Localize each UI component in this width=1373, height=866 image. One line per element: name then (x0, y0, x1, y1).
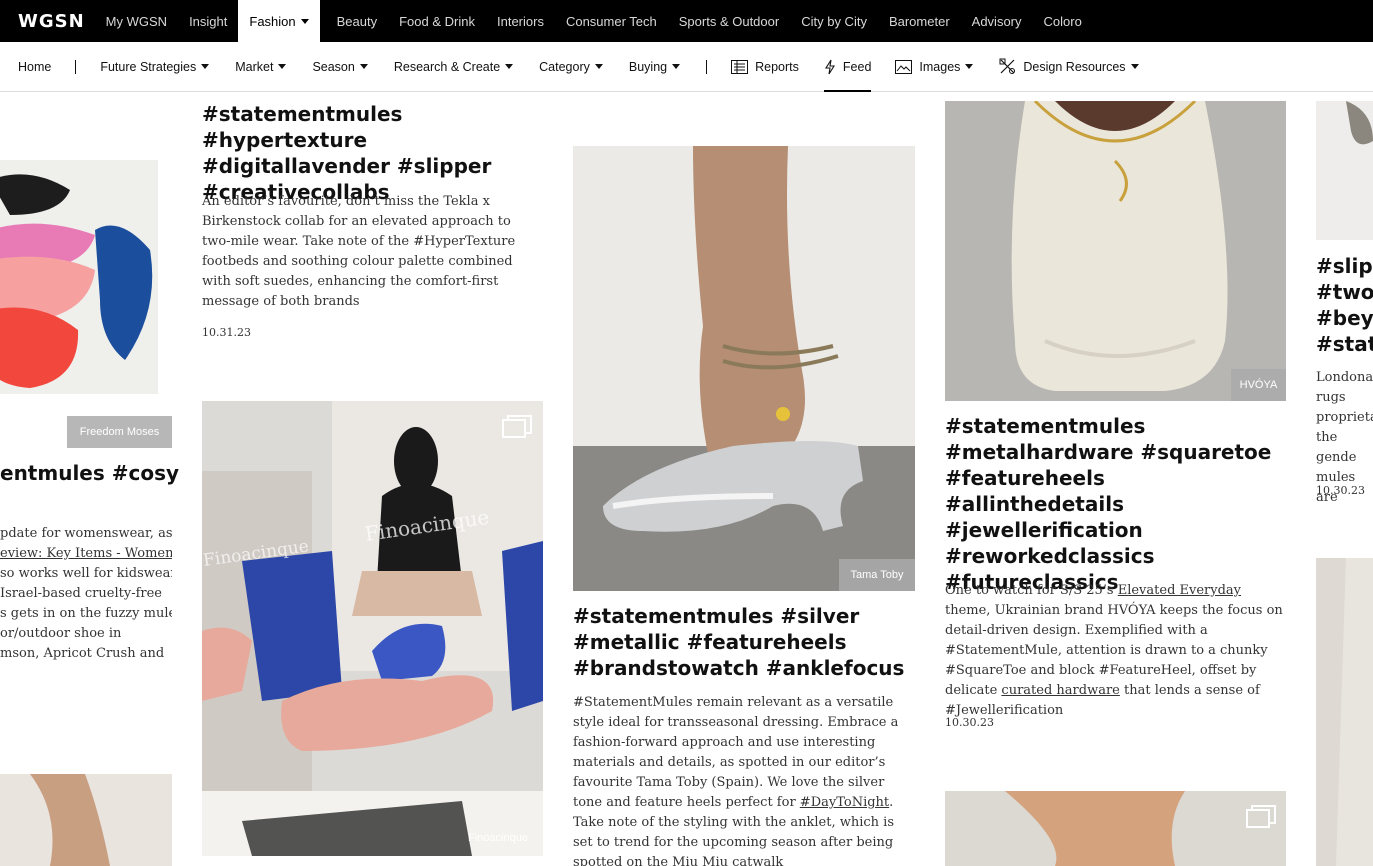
slipper-photo (0, 160, 158, 394)
reports-icon (731, 59, 749, 74)
topnav-consumer-tech[interactable]: Consumer Tech (555, 0, 668, 42)
caret-down-icon (965, 64, 974, 69)
subnav-future-label: Future Strategies (100, 59, 197, 74)
subnav-season-label: Season (312, 59, 355, 74)
feed-card-image[interactable] (945, 791, 1286, 866)
nav-divider (706, 59, 708, 74)
caret-down-icon (672, 64, 681, 69)
card-date: 10.30.23 (945, 716, 994, 729)
gallery-icon[interactable] (502, 414, 532, 438)
desc-link[interactable]: #DayToNight (800, 795, 889, 810)
subnav-buying-label: Buying (628, 59, 668, 74)
feed-card-image[interactable] (945, 101, 1286, 401)
subnav-design-label: Design Resources (1023, 59, 1126, 74)
topnav-coloro[interactable]: Coloro (1033, 0, 1093, 42)
gallery-icon[interactable] (1246, 804, 1276, 828)
subnav-research-create[interactable]: Research & Create (393, 42, 514, 92)
section-navigation: Home Future Strategies Market Season Res… (0, 42, 1373, 92)
feed-card-image[interactable] (0, 774, 172, 866)
card-hashtags[interactable]: entmules #cosy (0, 460, 179, 486)
subnav-design-resources[interactable]: Design Resources (999, 42, 1139, 92)
nav-divider (75, 59, 77, 74)
topnav-fashion[interactable]: Fashion (238, 0, 320, 42)
topnav-interiors[interactable]: Interiors (486, 0, 555, 42)
subnav-feed-label: Feed (842, 59, 872, 74)
leg-photo (0, 774, 172, 866)
editorial-photo: Finoacinque Finoacinque (202, 401, 543, 856)
subnav-market[interactable]: Market (235, 42, 287, 92)
card-hashtags[interactable]: #statementmules #hypertexture #digitalla… (202, 101, 542, 205)
subnav-market-label: Market (235, 59, 274, 74)
subnav-future-strategies[interactable]: Future Strategies (100, 42, 210, 92)
topnav-sports-outdoor[interactable]: Sports & Outdoor (668, 0, 790, 42)
photo-credit: Freedom Moses (67, 416, 172, 448)
topnav-beauty[interactable]: Beauty (326, 0, 388, 42)
subnav-category-label: Category (539, 59, 590, 74)
card-hashtags[interactable]: #statementmules #silver #metallic #featu… (573, 603, 915, 681)
card-description: An editor’s favourite, don’t miss the Te… (202, 194, 516, 309)
feed-card-image[interactable] (1316, 101, 1373, 240)
desc-line: mson, Apricot Crush and (0, 646, 165, 661)
desc-link[interactable]: Elevated Everyday (1118, 583, 1241, 598)
feed-card-image[interactable]: Finoacinque Finoacinque (202, 401, 543, 856)
desc-line: s gets in on the fuzzy mule (0, 606, 172, 621)
subnav-feed[interactable]: Feed (823, 42, 872, 92)
card-hashtags[interactable]: #statementmules #metalhardware #squareto… (945, 413, 1285, 595)
caret-down-icon (1130, 64, 1139, 69)
design-tools-icon (999, 58, 1016, 74)
subnav-buying[interactable]: Buying (628, 42, 681, 92)
feed-card-image[interactable] (573, 146, 915, 591)
topnav-barometer[interactable]: Barometer (878, 0, 961, 42)
photo-credit: Tama Toby (839, 559, 915, 591)
subnav-images[interactable]: Images (895, 42, 974, 92)
caret-down-icon (505, 64, 514, 69)
topnav-city-by-city[interactable]: City by City (790, 0, 878, 42)
feed-card-image[interactable] (0, 160, 158, 394)
desc-line: pdate for womenswear, as (0, 526, 172, 541)
topnav-advisory[interactable]: Advisory (961, 0, 1033, 42)
caret-down-icon (300, 18, 309, 24)
desc-link[interactable]: eview: Key Items - Women’s (0, 544, 172, 564)
desc-line: or/outdoor shoe in (0, 626, 122, 641)
subnav-images-label: Images (919, 59, 961, 74)
slipper-photo (1316, 101, 1373, 240)
subnav-research-label: Research & Create (393, 59, 501, 74)
subnav-season[interactable]: Season (312, 42, 368, 92)
topnav-fashion-label: Fashion (249, 13, 296, 29)
lightning-icon (824, 59, 835, 74)
image-icon (895, 59, 913, 74)
card-description: #StatementMules remain relevant as a ver… (573, 693, 915, 866)
wgsn-logo[interactable]: WGSN (18, 11, 85, 32)
card-hashtags[interactable]: #slipp #twor #beyo #state (1316, 253, 1373, 357)
card-description: pdate for womenswear, as eview: Key Item… (0, 524, 172, 664)
topnav-insight[interactable]: Insight (178, 0, 238, 42)
leg-photo (945, 791, 1286, 866)
card-description: One to watch for S/S 25’s Elevated Every… (945, 581, 1290, 721)
subnav-reports-label: Reports (755, 59, 799, 74)
desc-line: Israel-based cruelty-free (0, 586, 162, 601)
desc-line: so works well for kidswear (0, 566, 172, 581)
white-mule-photo (945, 101, 1286, 401)
caret-down-icon (359, 64, 368, 69)
subnav-reports[interactable]: Reports (731, 42, 799, 92)
subnav-home[interactable]: Home (18, 42, 51, 92)
card-date: 10.30.23 (1316, 484, 1365, 497)
photo-credit: HVÓYA (1231, 369, 1286, 401)
desc-text: #StatementMules remain relevant as a ver… (573, 695, 899, 810)
top-navigation: WGSN My WGSN Insight Fashion Beauty Food… (0, 0, 1373, 42)
caret-down-icon (278, 64, 287, 69)
caret-down-icon (594, 64, 603, 69)
topnav-food-drink[interactable]: Food & Drink (388, 0, 486, 42)
fabric-photo (1316, 558, 1373, 866)
subnav-category[interactable]: Category (539, 42, 603, 92)
caret-down-icon (201, 64, 210, 69)
silver-mule-photo (573, 146, 915, 591)
desc-text: One to watch for S/S 25’s (945, 583, 1118, 598)
photo-credit: Finoacinque (468, 832, 528, 844)
desc-link-text: eview: Key Items - Women’s (0, 546, 172, 561)
feed-card-image[interactable] (1316, 558, 1373, 866)
topnav-my-wgsn[interactable]: My WGSN (95, 0, 178, 42)
desc-link[interactable]: curated hardware (1001, 683, 1119, 698)
card-date: 10.31.23 (202, 326, 251, 339)
